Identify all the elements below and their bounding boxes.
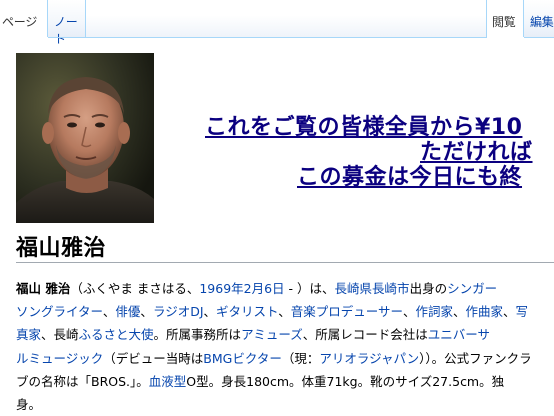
link-nagasaki-city[interactable]: 長崎市: [372, 281, 410, 296]
link-music-producer[interactable]: 音楽プロデューサー: [291, 304, 403, 319]
link-amuse[interactable]: アミューズ: [241, 327, 303, 342]
tab-page[interactable]: ページ: [0, 0, 48, 38]
separator: 、: [402, 304, 416, 320]
text: - ）は、: [284, 281, 335, 296]
separator: 、: [278, 304, 291, 320]
link-actor[interactable]: 俳優: [115, 304, 140, 319]
separator: 、: [102, 304, 116, 320]
article-line: ブの名称は「BROS.」。血液型O型。身長180cm。体重71kg。靴のサイズ2…: [16, 370, 554, 393]
text: 身。: [16, 396, 42, 412]
separator: 、: [140, 304, 153, 320]
subject-name: 福山 雅治: [16, 281, 71, 296]
tab-talk[interactable]: ノート: [48, 0, 86, 46]
separator: 、: [452, 304, 466, 320]
link-ariola-japan[interactable]: アリオラジャパン: [319, 351, 419, 366]
link-lyricist[interactable]: 作詞家: [415, 304, 453, 319]
tab-read[interactable]: 閲覧: [486, 0, 524, 38]
page-title: 福山雅治: [16, 236, 107, 261]
tab-border-gap: [0, 37, 48, 38]
separator: 、: [503, 304, 516, 320]
link-nagasaki-prefecture[interactable]: 長崎県: [335, 281, 373, 296]
link-blood-type[interactable]: 血液型: [149, 374, 187, 389]
text: （デビュー当時は: [103, 350, 204, 366]
link-universal-music[interactable]: ルミュージック: [16, 351, 103, 366]
text: （現：: [281, 350, 320, 366]
link-photographer[interactable]: 写: [516, 304, 529, 319]
article-line: 身。: [16, 393, 554, 416]
content-top-border: [0, 37, 554, 38]
link-hometown-ambassador[interactable]: ふるさと大使: [79, 327, 154, 342]
banner-appeal-line-3[interactable]: この募金は今日にも終: [297, 159, 522, 191]
link-singer-songwriter[interactable]: ソングライター: [16, 304, 103, 319]
text: 出身の: [409, 281, 448, 296]
link-composer[interactable]: 作曲家: [465, 304, 503, 319]
text: 、所属レコード会社は: [302, 327, 428, 343]
article-body: 福山 雅治（ふくやま まさはる、1969年2月6日 - ）は、長崎県長崎市出身の…: [16, 277, 554, 416]
article-line: 真家、長崎ふるさと大使。所属事務所はアミューズ、所属レコード会社はユニバーサ: [16, 323, 554, 346]
link-singer-songwriter[interactable]: シンガー: [447, 281, 497, 296]
article-line: ソングライター、俳優、ラジオDJ、ギタリスト、音楽プロデューサー、作詞家、作曲家…: [16, 300, 554, 323]
title-row: 福山雅治: [16, 230, 554, 263]
tab-border-gap: [487, 37, 524, 38]
text: 、長崎: [41, 327, 79, 343]
text: O型。身長180cm。体重71kg。靴のサイズ27.5cm。独: [186, 373, 505, 389]
article-line: 福山 雅治（ふくやま まさはる、1969年2月6日 - ）は、長崎県長崎市出身の…: [16, 277, 554, 300]
tab-edit[interactable]: 編集: [524, 0, 554, 38]
link-guitarist[interactable]: ギタリスト: [216, 304, 278, 319]
text: 。所属事務所は: [153, 327, 242, 343]
text: ブの名称は「BROS.」。: [16, 373, 149, 389]
banner-portrait-photo[interactable]: [16, 53, 154, 223]
text: ））。公式ファンクラ: [419, 350, 532, 366]
portrait-image: [16, 53, 154, 223]
separator: 、: [203, 304, 217, 320]
reading-text: （ふくやま まさはる、: [70, 281, 200, 296]
link-bmg-victor[interactable]: BMGビクター: [203, 351, 282, 366]
article-line: ルミュージック（デビュー当時はBMGビクター（現：アリオラジャパン））。公式ファ…: [16, 347, 554, 370]
birthdate-link[interactable]: 1969年2月6日: [199, 281, 284, 296]
link-universal-music[interactable]: ユニバーサ: [428, 327, 490, 342]
link-photographer[interactable]: 真家: [16, 327, 41, 342]
link-radio-dj[interactable]: ラジオDJ: [153, 304, 204, 319]
